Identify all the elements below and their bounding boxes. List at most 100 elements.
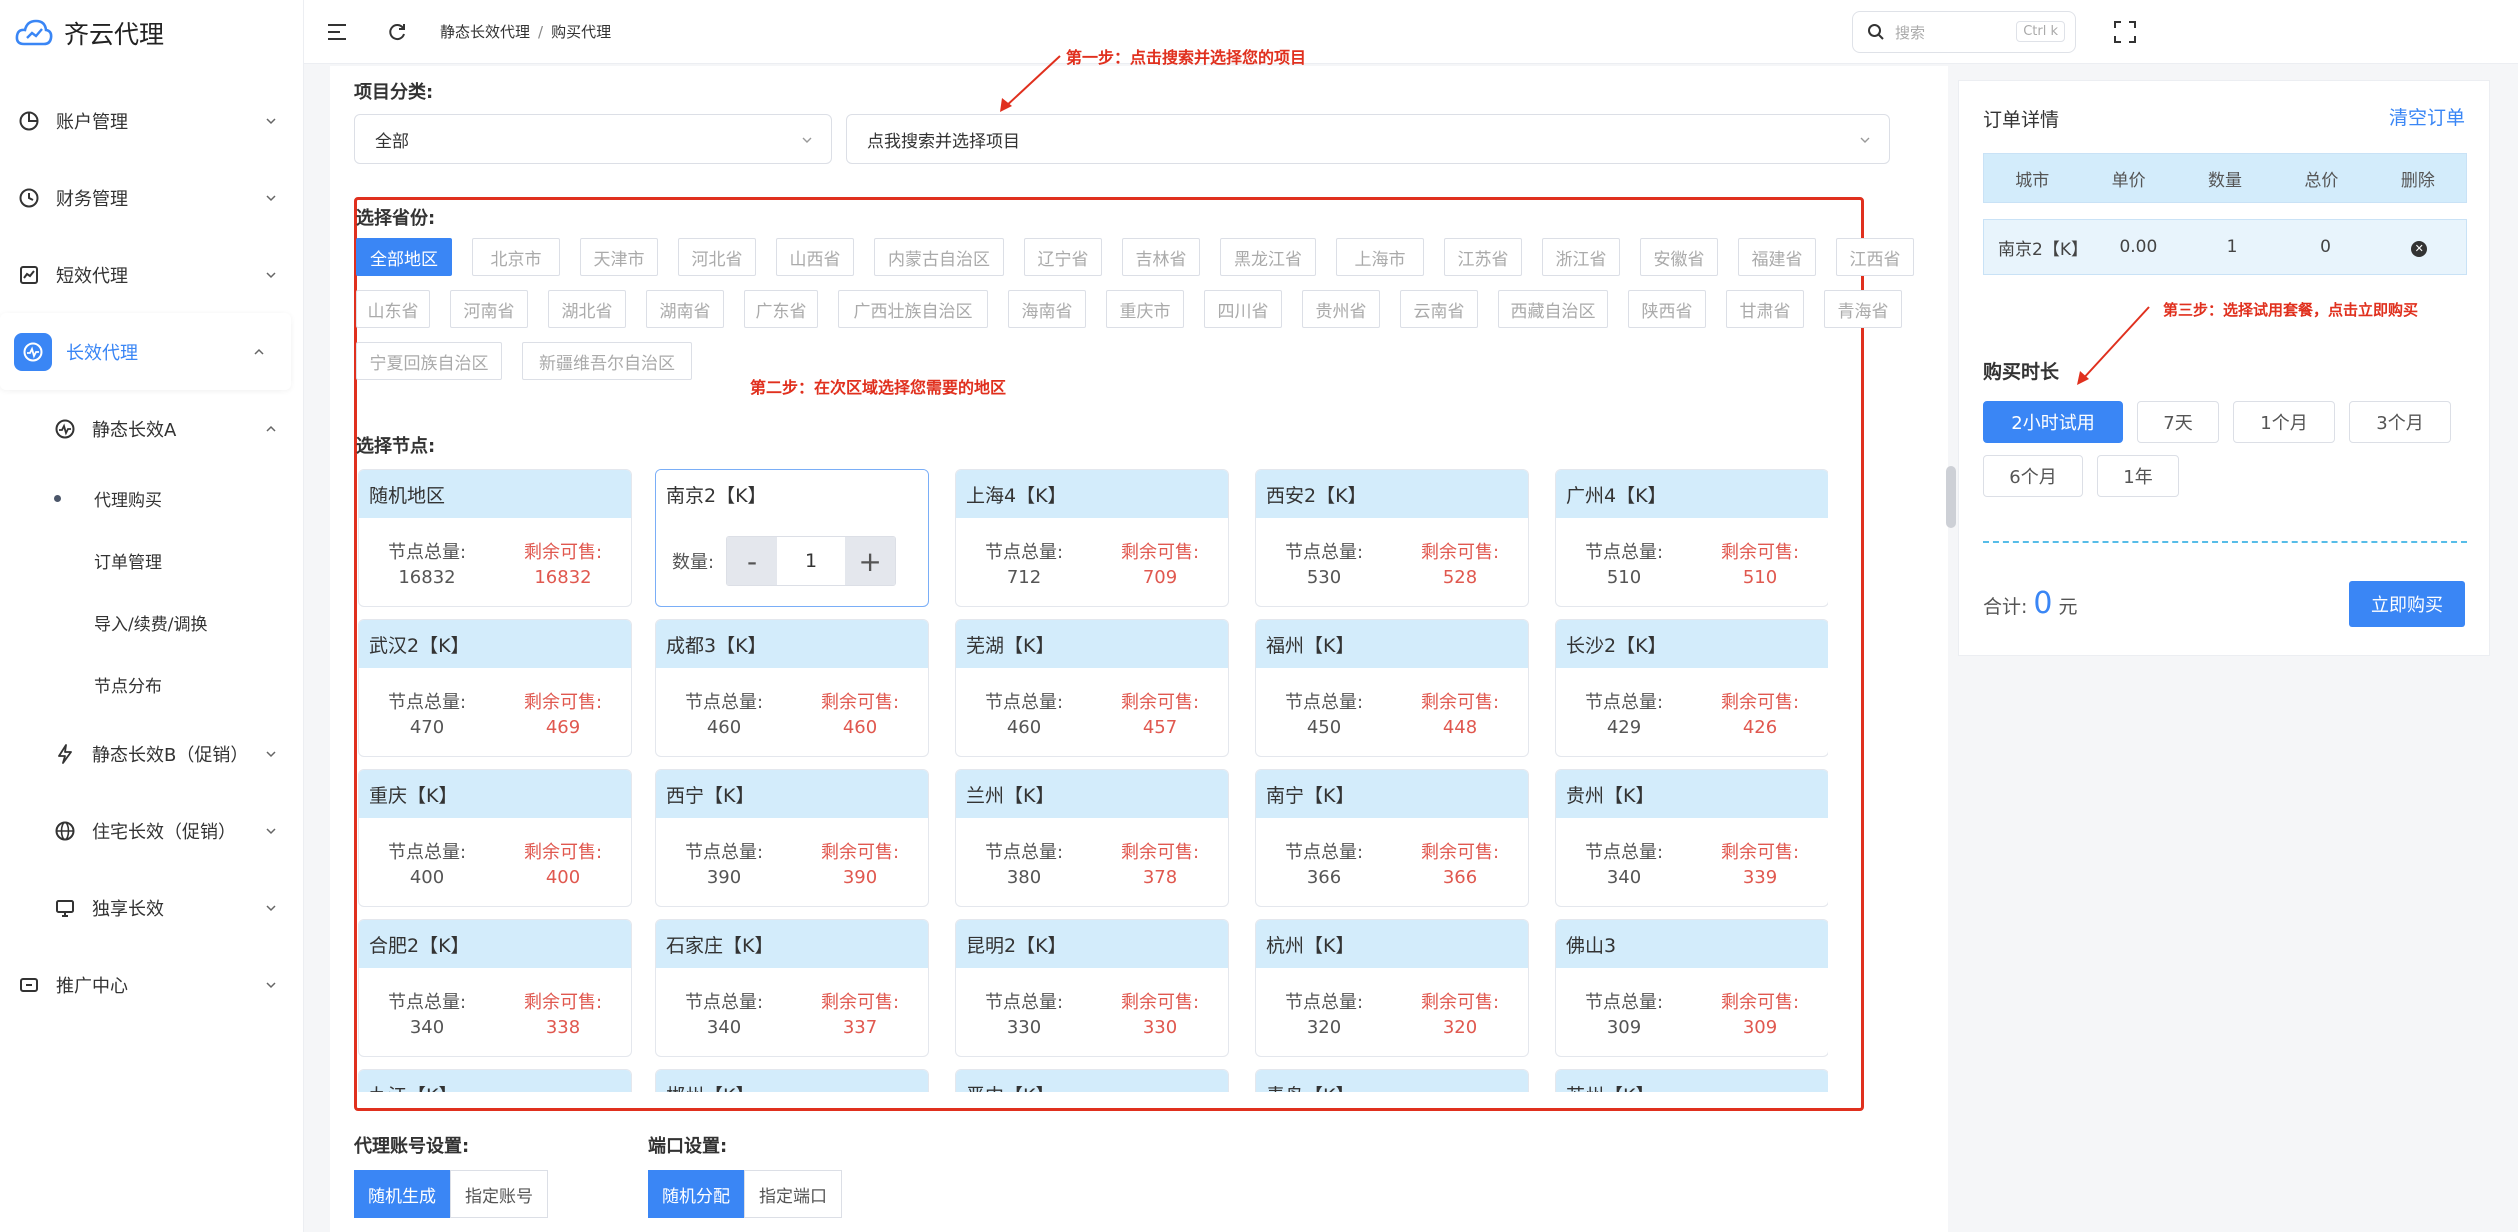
node-card[interactable]: 南宁【K】 节点总量: 366 剩余可售: 366 <box>1255 769 1529 907</box>
province-chip[interactable]: 浙江省 <box>1542 238 1620 276</box>
province-chip[interactable]: 广西壮族自治区 <box>838 290 988 328</box>
node-total-col: 节点总量: 320 <box>1256 990 1392 1040</box>
province-chip[interactable]: 福建省 <box>1738 238 1816 276</box>
province-chip[interactable]: 北京市 <box>472 238 560 276</box>
node-card[interactable]: 上海4【K】 节点总量: 712 剩余可售: 709 <box>955 469 1229 607</box>
node-card[interactable]: 杭州【K】 节点总量: 320 剩余可售: 320 <box>1255 919 1529 1057</box>
province-chip[interactable]: 上海市 <box>1336 238 1424 276</box>
node-card[interactable]: 合肥2【K】 节点总量: 340 剩余可售: 338 <box>358 919 632 1057</box>
sidebar-item-long-proxy[interactable]: 长效代理 <box>0 313 291 390</box>
province-chip[interactable]: 全部地区 <box>356 238 452 276</box>
province-chip[interactable]: 云南省 <box>1400 290 1478 328</box>
province-chip[interactable]: 辽宁省 <box>1024 238 1102 276</box>
node-total-value: 510 <box>1606 567 1642 588</box>
refresh-icon[interactable] <box>384 19 410 45</box>
port-specify-button[interactable]: 指定端口 <box>744 1170 842 1218</box>
node-card[interactable]: 重庆【K】 节点总量: 400 剩余可售: 400 <box>358 769 632 907</box>
sidebar-item-promotion[interactable]: 推广中心 <box>0 946 303 1023</box>
menu-toggle-icon[interactable] <box>324 19 350 45</box>
node-card[interactable]: 晋中【K】节点总量:剩余可售: <box>955 1069 1229 1092</box>
node-card[interactable]: 广州4【K】 节点总量: 510 剩余可售: 510 <box>1555 469 1828 607</box>
node-card[interactable]: 芜湖【K】 节点总量: 460 剩余可售: 457 <box>955 619 1229 757</box>
sidebar-item-short-proxy[interactable]: 短效代理 <box>0 236 303 313</box>
province-chip[interactable]: 甘肃省 <box>1726 290 1804 328</box>
decrement-button[interactable]: - <box>727 537 778 585</box>
province-chip[interactable]: 广东省 <box>744 290 818 328</box>
breadcrumb-item[interactable]: 静态长效代理 <box>440 23 530 41</box>
province-chip[interactable]: 西藏自治区 <box>1498 290 1608 328</box>
node-card[interactable]: 贵州【K】 节点总量: 340 剩余可售: 339 <box>1555 769 1828 907</box>
node-card[interactable]: 佛山3 节点总量: 309 剩余可售: 309 <box>1555 919 1828 1057</box>
buy-now-button[interactable]: 立即购买 <box>2349 581 2465 627</box>
sidebar-item-buy-proxy[interactable]: 代理购买 <box>0 467 303 529</box>
province-chip[interactable]: 河北省 <box>678 238 756 276</box>
breadcrumb-separator: / <box>538 23 544 41</box>
sidebar-item-node-distribution[interactable]: 节点分布 <box>0 653 303 715</box>
node-card[interactable]: 石家庄【K】 节点总量: 340 剩余可售: 337 <box>655 919 929 1057</box>
increment-button[interactable]: + <box>845 537 896 585</box>
province-chip[interactable]: 河南省 <box>450 290 528 328</box>
sidebar-item-orders[interactable]: 订单管理 <box>0 529 303 591</box>
province-chip[interactable]: 青海省 <box>1824 290 1902 328</box>
node-total-value: 450 <box>1306 717 1342 738</box>
fullscreen-icon[interactable] <box>2112 19 2138 45</box>
page-scrollbar[interactable] <box>2494 64 2518 1232</box>
node-card[interactable]: 郴州【K】节点总量:剩余可售: <box>655 1069 929 1092</box>
clear-order-button[interactable]: 清空订单 <box>2389 103 2465 130</box>
province-chip[interactable]: 内蒙古自治区 <box>874 238 1004 276</box>
sidebar-item-import-renew[interactable]: 导入/续费/调换 <box>0 591 303 653</box>
province-chip[interactable]: 山西省 <box>776 238 854 276</box>
node-card[interactable]: 西安2【K】 节点总量: 530 剩余可售: 528 <box>1255 469 1529 607</box>
port-random-button[interactable]: 随机分配 <box>648 1170 744 1218</box>
province-chip[interactable]: 重庆市 <box>1106 290 1184 328</box>
node-card[interactable]: 西宁【K】 节点总量: 390 剩余可售: 390 <box>655 769 929 907</box>
node-card[interactable]: 兰州【K】 节点总量: 380 剩余可售: 378 <box>955 769 1229 907</box>
sidebar-item-finance[interactable]: 财务管理 <box>0 159 303 236</box>
sidebar-item-exclusive[interactable]: 独享长效 <box>0 869 303 946</box>
account-specify-button[interactable]: 指定账号 <box>450 1170 548 1218</box>
node-card[interactable]: 成都3【K】 节点总量: 460 剩余可售: 460 <box>655 619 929 757</box>
sidebar-item-account[interactable]: 账户管理 <box>0 82 303 159</box>
node-card[interactable]: 武汉2【K】 节点总量: 470 剩余可售: 469 <box>358 619 632 757</box>
province-chip[interactable]: 海南省 <box>1008 290 1086 328</box>
duration-6m-button[interactable]: 6个月 <box>1983 455 2083 497</box>
account-random-button[interactable]: 随机生成 <box>354 1170 450 1218</box>
province-chip[interactable]: 天津市 <box>580 238 658 276</box>
node-card[interactable]: 随机地区 节点总量: 16832 剩余可售: 16832 <box>358 469 632 607</box>
node-scrollbar-thumb[interactable] <box>1946 466 1956 528</box>
duration-1y-button[interactable]: 1年 <box>2097 455 2179 497</box>
node-card[interactable]: 九江【K】节点总量:剩余可售: <box>358 1069 632 1092</box>
sidebar-item-static-a[interactable]: 静态长效A <box>0 390 303 467</box>
node-card-selected[interactable]: 南京2【K】 数量: -1 + <box>655 469 929 607</box>
province-chip[interactable]: 安徽省 <box>1640 238 1718 276</box>
province-chip[interactable]: 宁夏回族自治区 <box>356 342 502 380</box>
province-chip[interactable]: 江苏省 <box>1444 238 1522 276</box>
delete-circle-icon[interactable]: ✕ <box>2411 241 2428 257</box>
quantity-input[interactable]: 1 <box>777 537 846 585</box>
sidebar-item-residential[interactable]: 住宅长效（促销） <box>0 792 303 869</box>
node-card[interactable]: 长沙2【K】 节点总量: 429 剩余可售: 426 <box>1555 619 1828 757</box>
province-chip[interactable]: 四川省 <box>1204 290 1282 328</box>
search-input[interactable]: 搜索 Ctrl k <box>1852 11 2076 53</box>
province-chip[interactable]: 陕西省 <box>1628 290 1706 328</box>
brand[interactable]: 齐云代理 <box>0 0 303 66</box>
node-card[interactable]: 苏州【K】节点总量:剩余可售: <box>1555 1069 1828 1092</box>
duration-1m-button[interactable]: 1个月 <box>2233 401 2335 443</box>
province-chip[interactable]: 湖南省 <box>646 290 724 328</box>
sidebar-item-static-b[interactable]: 静态长效B（促销） <box>0 715 303 792</box>
province-chip[interactable]: 山东省 <box>356 290 430 328</box>
category-select[interactable]: 全部 <box>354 114 832 164</box>
province-chip[interactable]: 新疆维吾尔自治区 <box>522 342 692 380</box>
duration-3m-button[interactable]: 3个月 <box>2349 401 2451 443</box>
province-chip[interactable]: 贵州省 <box>1302 290 1380 328</box>
province-chip[interactable]: 吉林省 <box>1122 238 1200 276</box>
node-card[interactable]: 昆明2【K】 节点总量: 330 剩余可售: 330 <box>955 919 1229 1057</box>
node-card[interactable]: 福州【K】 节点总量: 450 剩余可售: 448 <box>1255 619 1529 757</box>
province-chip[interactable]: 江西省 <box>1836 238 1914 276</box>
province-chip[interactable]: 黑龙江省 <box>1220 238 1316 276</box>
project-search-select[interactable]: 点我搜索并选择项目 <box>846 114 1890 164</box>
province-chip[interactable]: 湖北省 <box>548 290 626 328</box>
duration-trial-button[interactable]: 2小时试用 <box>1983 401 2123 443</box>
duration-7d-button[interactable]: 7天 <box>2137 401 2219 443</box>
node-card[interactable]: 青岛【K】节点总量:剩余可售: <box>1255 1069 1529 1092</box>
